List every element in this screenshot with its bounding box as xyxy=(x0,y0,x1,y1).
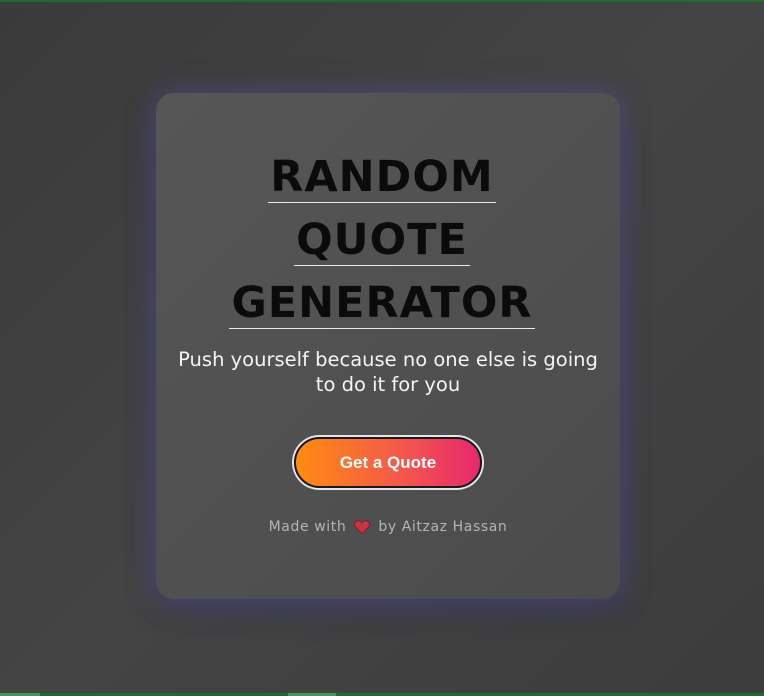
heart-icon xyxy=(354,519,371,535)
author-credit: by Aitzaz Hassan xyxy=(378,519,508,535)
page-title: RANDOM QUOTE GENERATOR xyxy=(0,148,764,337)
title-line-quote: QUOTE xyxy=(294,215,470,266)
get-quote-button[interactable]: Get a Quote xyxy=(294,437,482,488)
made-with-label: Made with xyxy=(268,519,347,535)
title-line-generator: GENERATOR xyxy=(229,278,535,329)
title-line-random: RANDOM xyxy=(268,152,496,203)
footer-credit: Made with by Aitzaz Hassan xyxy=(156,519,620,535)
top-accent-line xyxy=(0,0,764,2)
quote-text: Push yourself because no one else is goi… xyxy=(178,348,598,396)
